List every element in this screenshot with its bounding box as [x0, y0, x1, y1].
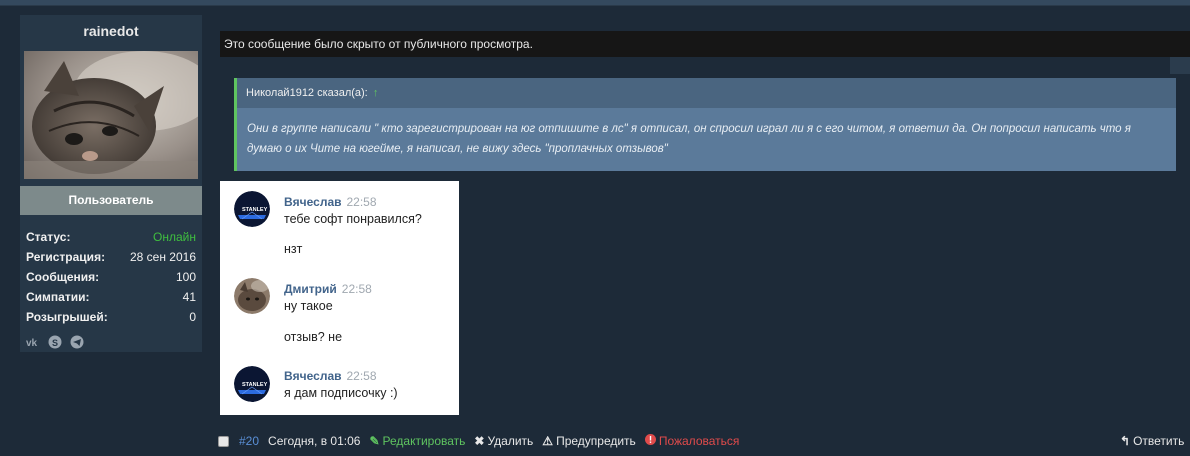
stat-messages: Сообщения: 100: [26, 267, 196, 287]
chat-avatar: STANLEY: [234, 366, 270, 402]
stat-value: 41: [182, 290, 196, 304]
edit-label: Редактировать: [382, 434, 466, 448]
chat-line: тебе софт понравился?: [284, 212, 422, 226]
post-permalink[interactable]: #20: [239, 434, 259, 448]
telegram-icon[interactable]: [70, 335, 84, 349]
close-icon: ✖: [474, 434, 485, 448]
stat-registration: Регистрация: 28 сен 2016: [26, 247, 196, 267]
quote-author[interactable]: Николай1912 сказал(а):: [246, 87, 368, 99]
stat-status: Статус: Онлайн: [26, 227, 196, 247]
stanley-logo-icon: STANLEY: [234, 191, 270, 227]
warn-button[interactable]: ⚠ Предупредить: [542, 434, 636, 448]
reply-button[interactable]: ↰ Ответить: [1120, 433, 1184, 449]
quote-jump-icon[interactable]: ↑: [373, 87, 379, 99]
chat-time: 22:58: [346, 195, 377, 209]
chat-author[interactable]: Дмитрий 22:58: [284, 282, 372, 296]
skype-icon[interactable]: S: [48, 335, 62, 349]
post-actions: #20 Сегодня, в 01:06 ✎ Редактировать ✖ У…: [218, 433, 748, 449]
chat-author[interactable]: Вячеслав 22:58: [284, 369, 377, 383]
chat-author-name[interactable]: Вячеслав: [284, 369, 342, 383]
stanley-logo-icon: STANLEY: [234, 366, 270, 402]
report-label: Пожаловаться: [658, 434, 740, 448]
quote-text: Они в группе написали " кто зарегистриро…: [247, 123, 1131, 155]
stat-value: 28 сен 2016: [129, 250, 196, 264]
quote-block: Николай1912 сказал(а): ↑ Они в группе на…: [234, 78, 1176, 171]
cat-avatar-image: [24, 51, 198, 179]
avatar[interactable]: [24, 51, 198, 179]
svg-text:vk: vk: [26, 338, 38, 349]
chat-line: нзт: [284, 242, 303, 256]
warning-icon: ⚠: [542, 434, 554, 448]
stat-likes: Симпатии: 41: [26, 287, 196, 307]
report-button[interactable]: Пожаловаться: [644, 434, 740, 448]
chat-author-name[interactable]: Вячеслав: [284, 195, 342, 209]
stat-label: Статус:: [26, 230, 71, 244]
top-divider: [0, 5, 1190, 6]
stat-value[interactable]: 100: [176, 267, 196, 287]
stat-value: 0: [189, 310, 196, 324]
chat-screenshot[interactable]: STANLEY Вячеслав 22:58 тебе софт понравил…: [220, 181, 459, 415]
stat-value: Онлайн: [153, 230, 196, 244]
vk-icon[interactable]: vk: [26, 335, 40, 349]
chat-avatar: [234, 278, 270, 314]
chat-line: отзыв? не: [284, 330, 343, 344]
cat-avatar-icon: [234, 278, 270, 314]
social-links: vk S: [26, 335, 84, 349]
notice-tail: [1170, 57, 1190, 74]
svg-text:STANLEY: STANLEY: [242, 382, 268, 388]
chat-time: 22:58: [341, 282, 372, 296]
user-role-badge: Пользователь: [20, 186, 202, 215]
user-panel: rainedot Пользователь Статус: Онлайн Рег…: [20, 15, 202, 352]
reply-label: Ответить: [1133, 434, 1185, 448]
pencil-icon: ✎: [369, 434, 380, 448]
stat-label: Симпатии:: [26, 290, 90, 304]
chat-time: 22:58: [346, 369, 377, 383]
user-stats: Статус: Онлайн Регистрация: 28 сен 2016 …: [26, 227, 196, 327]
stat-giveaways: Розыгрышей: 0: [26, 307, 196, 327]
username[interactable]: rainedot: [20, 23, 202, 39]
chat-line: я дам подписочку :): [284, 386, 398, 400]
reply-icon: ↰: [1120, 434, 1131, 448]
post-date[interactable]: Сегодня, в 01:06: [268, 434, 360, 448]
stat-label: Розыгрышей:: [26, 310, 108, 324]
chat-avatar: STANLEY: [234, 191, 270, 227]
svg-text:STANLEY: STANLEY: [242, 207, 268, 213]
delete-label: Удалить: [487, 434, 534, 448]
delete-button[interactable]: ✖ Удалить: [474, 434, 533, 448]
chat-line: ну такое: [284, 299, 333, 313]
svg-text:S: S: [52, 338, 58, 348]
warn-label: Предупредить: [556, 434, 636, 448]
stat-label: Сообщения:: [26, 270, 100, 284]
edit-button[interactable]: ✎ Редактировать: [369, 434, 465, 448]
alert-circle-icon: [644, 434, 656, 448]
chat-author[interactable]: Вячеслав 22:58: [284, 195, 377, 209]
chat-author-name[interactable]: Дмитрий: [284, 282, 337, 296]
hidden-notice: Это сообщение было скрыто от публичного …: [220, 31, 1190, 57]
quote-header[interactable]: Николай1912 сказал(а): ↑: [237, 78, 1176, 108]
stat-label: Регистрация:: [26, 250, 106, 264]
select-post-checkbox[interactable]: [218, 435, 229, 447]
